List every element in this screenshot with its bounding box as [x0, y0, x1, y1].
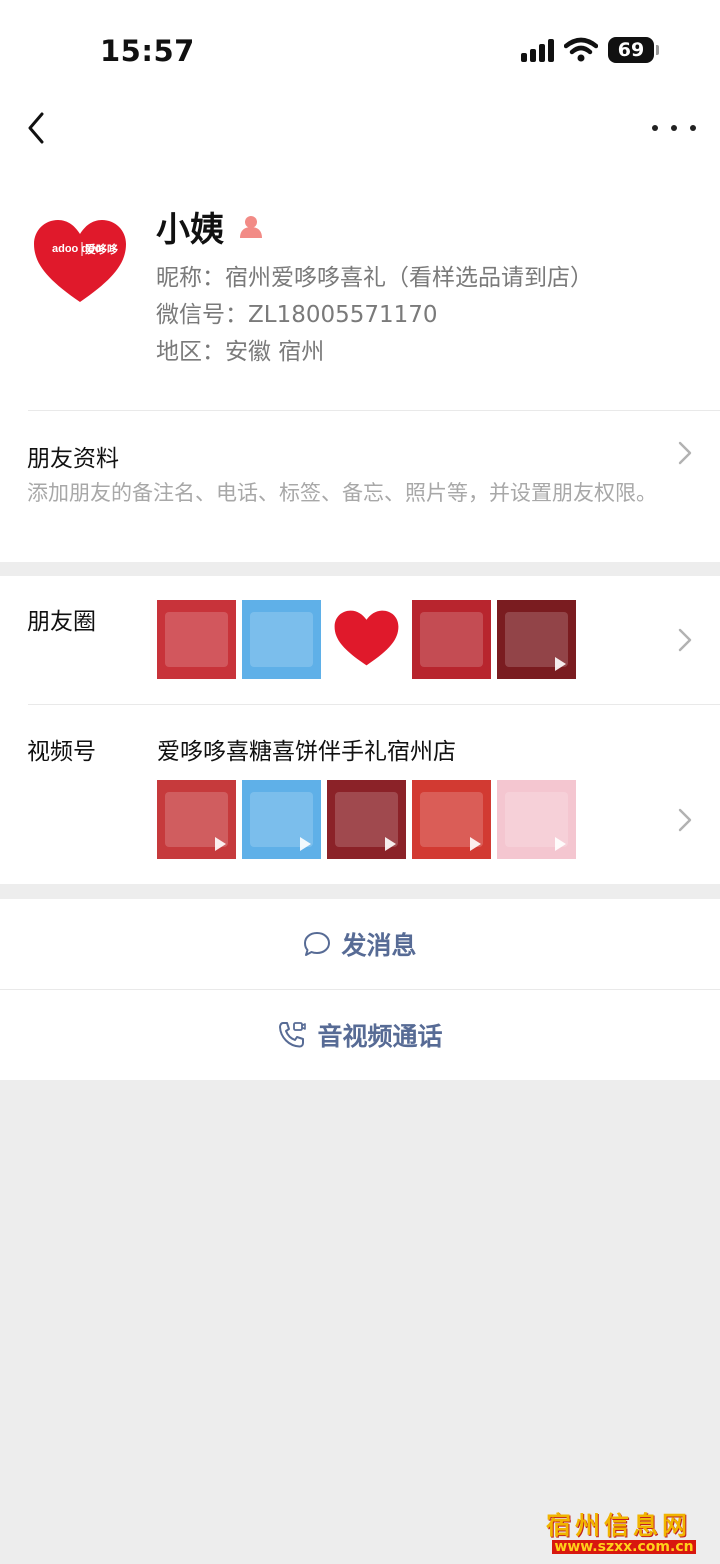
frame-video[interactable]: [412, 780, 491, 859]
play-icon: [555, 657, 566, 671]
avatar-brand-cn: 爱哆哆: [85, 242, 118, 256]
watermark-title: 宿州信息网: [546, 1511, 692, 1540]
channel-thumbs: [157, 780, 576, 859]
gift-box-photo[interactable]: [157, 600, 236, 679]
little-princess-video[interactable]: [497, 780, 576, 859]
play-icon: [470, 837, 481, 851]
wifi-icon: [564, 37, 598, 62]
wechat-id: 微信号：ZL18005571170: [156, 302, 438, 328]
chevron-right-icon: [678, 441, 692, 465]
chevron-right-icon: [678, 808, 692, 832]
friend-info-title: 朋友资料: [27, 446, 119, 472]
channels-title: 视频号: [27, 739, 96, 765]
watermark-logo: 宿州信息网 www.szxx.com.cn: [546, 1512, 698, 1556]
status-time: 15:57: [100, 34, 195, 68]
chevron-right-icon: [678, 628, 692, 652]
play-icon: [300, 837, 311, 851]
new-product-photo[interactable]: [412, 600, 491, 679]
chat-bubble-icon: [304, 932, 331, 956]
signal-icon: [521, 38, 554, 62]
play-icon: [385, 837, 396, 851]
play-icon: [215, 837, 226, 851]
divider: [28, 410, 720, 411]
region: 地区：安徽 宿州: [156, 339, 325, 365]
status-icons: 69: [521, 37, 659, 63]
phone-video-icon: [279, 1022, 307, 1048]
channel-name: 爱哆哆喜糖喜饼伴手礼宿州店: [157, 739, 456, 765]
back-icon[interactable]: [22, 108, 62, 148]
avatar[interactable]: adoo doo 爱哆哆: [28, 210, 132, 314]
divider: [28, 704, 720, 705]
av-call-button[interactable]: 音视频通话: [0, 990, 720, 1080]
av-call-label: 音视频通话: [317, 1022, 443, 1051]
more-icon[interactable]: [652, 110, 696, 146]
nickname: 昵称：宿州爱哆哆喜礼（看样选品请到店）: [156, 265, 593, 291]
battery-level: 69: [617, 39, 645, 61]
friend-info-description: 添加朋友的备注名、电话、标签、备忘、照片等，并设置朋友权限。: [27, 481, 657, 505]
name-row: 小姨: [156, 202, 264, 251]
contact-name: 小姨: [156, 210, 224, 250]
childrens-day-photo[interactable]: [242, 600, 321, 679]
logo-photo[interactable]: [327, 600, 406, 679]
contact-icon: [240, 215, 262, 238]
send-message-label: 发消息: [341, 931, 417, 960]
battery-icon: 69: [608, 37, 659, 63]
gift-box-video[interactable]: [327, 780, 406, 859]
moments-title: 朋友圈: [27, 609, 96, 635]
presenter-video[interactable]: [157, 780, 236, 859]
moments-thumbs: [157, 600, 576, 679]
watermark-url: www.szxx.com.cn: [552, 1540, 696, 1554]
send-message-button[interactable]: 发消息: [0, 899, 720, 989]
childrens-day-video[interactable]: [242, 780, 321, 859]
play-icon: [555, 837, 566, 851]
video-photo[interactable]: [497, 600, 576, 679]
